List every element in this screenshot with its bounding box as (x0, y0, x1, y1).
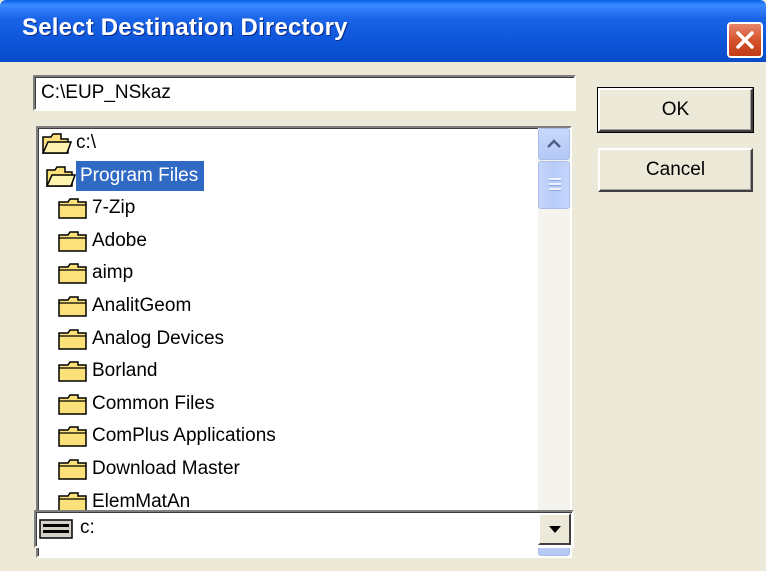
dialog-body: OK Cancel c:\ Program Files 7-Zip Adobe aimp… (0, 62, 766, 571)
folder-tree-list[interactable]: c:\ Program Files 7-Zip Adobe aimp AnalitGeom… (36, 126, 572, 558)
drive-select[interactable]: c: (34, 510, 574, 548)
folder-icon (58, 324, 88, 354)
folder-icon (58, 258, 88, 288)
drive-select-value: c: (80, 517, 95, 538)
thumb-grip (549, 183, 561, 185)
folder-label: Download Master (92, 458, 240, 479)
drive-icon (39, 519, 73, 539)
folder-row[interactable]: 7-Zip (58, 193, 141, 223)
scroll-thumb[interactable] (538, 161, 570, 209)
ok-button[interactable]: OK (597, 87, 754, 133)
folder-icon (58, 356, 88, 386)
folder-row[interactable]: aimp (58, 258, 139, 288)
folder-row[interactable]: Borland (58, 356, 164, 386)
dropdown-arrow-icon (549, 526, 561, 533)
folder-row[interactable]: Adobe (58, 226, 153, 256)
folder-row[interactable]: ComPlus Applications (58, 421, 282, 451)
folder-row[interactable]: Analog Devices (58, 324, 230, 354)
folder-row[interactable]: Download Master (58, 454, 246, 484)
folder-row[interactable]: c:\ (42, 128, 102, 158)
folder-label: 7-Zip (92, 197, 136, 219)
drive-dropdown-button[interactable] (538, 513, 571, 545)
folder-label: c:\ (76, 132, 97, 153)
thumb-grip (549, 178, 561, 180)
close-icon (736, 31, 754, 49)
folder-label: Analog Devices (92, 327, 225, 349)
folder-row[interactable]: Program Files (46, 160, 205, 191)
folder-row[interactable]: Common Files (58, 389, 220, 419)
folder-label: AnalitGeom (92, 295, 192, 316)
vertical-scrollbar[interactable] (538, 128, 570, 556)
folder-icon (58, 291, 88, 321)
folder-label: Program Files (76, 160, 205, 191)
folder-label: Adobe (92, 229, 147, 251)
folder-label: ComPlus Applications (92, 425, 276, 447)
folder-icon (58, 421, 88, 451)
window-title: Select Destination Directory (22, 14, 348, 41)
folder-label: Borland (92, 360, 158, 382)
thumb-grip (549, 188, 561, 190)
scroll-up-button[interactable] (538, 128, 570, 160)
cancel-button[interactable]: Cancel (598, 148, 753, 192)
folder-row[interactable]: AnalitGeom (58, 291, 197, 321)
close-button[interactable] (727, 22, 763, 58)
folder-icon (58, 454, 88, 484)
directory-path-input[interactable] (35, 77, 574, 109)
folder-label: Common Files (92, 392, 215, 414)
chevron-up-icon (547, 139, 561, 148)
select-destination-dialog: Select Destination Directory OK Cancel c… (0, 0, 766, 571)
folder-icon (58, 193, 88, 223)
folder-label: aimp (92, 262, 134, 284)
folder-open-icon (46, 161, 76, 191)
folder-icon (58, 389, 88, 419)
folder-rows: c:\ Program Files 7-Zip Adobe aimp AnalitGeom… (38, 128, 538, 556)
folder-icon (58, 226, 88, 256)
title-bar[interactable]: Select Destination Directory (0, 0, 766, 62)
folder-open-icon (42, 128, 72, 158)
path-field-frame (33, 75, 576, 111)
